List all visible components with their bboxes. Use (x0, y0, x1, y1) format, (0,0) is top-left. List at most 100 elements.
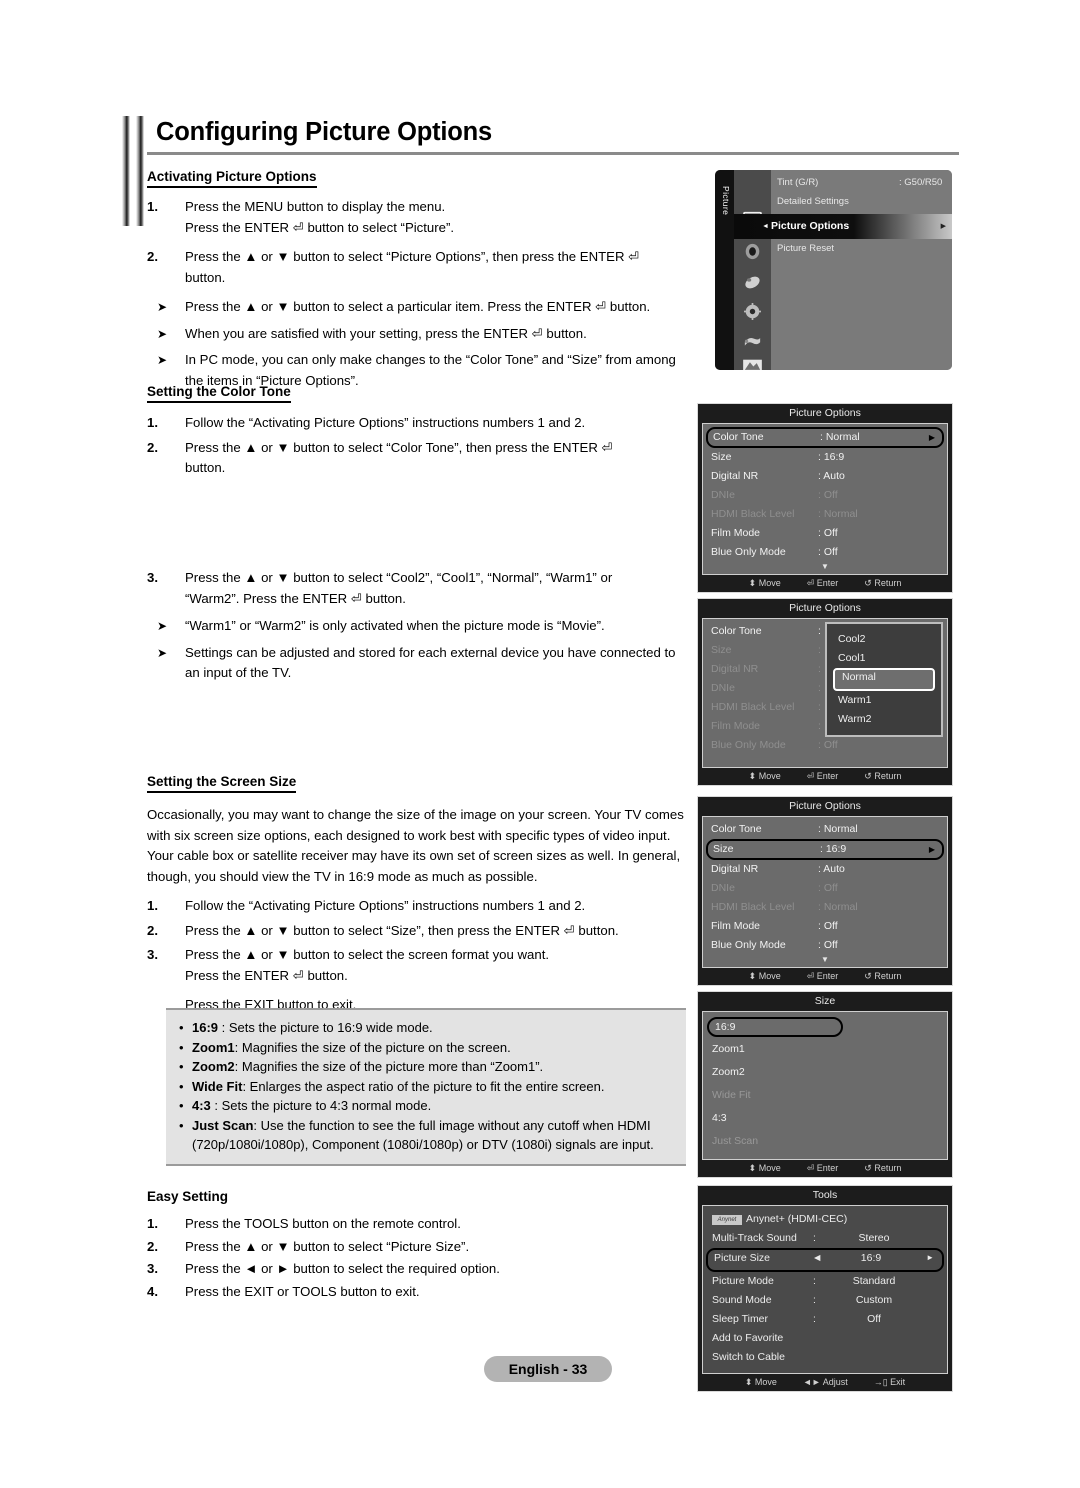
activating-steps: 1. Press the MENU button to display the … (147, 197, 692, 391)
osd-item-value: Custom (855, 1294, 893, 1306)
osd-size-option-just-scan: Just Scan (703, 1130, 947, 1153)
osd-item-value: : Normal (820, 431, 860, 443)
option-desc: Magnifies the size of the picture more t… (241, 1059, 544, 1074)
osd-menu-item-digital-nr[interactable]: Digital NR : Auto (703, 467, 947, 486)
page-number-badge: English - 33 (484, 1356, 612, 1382)
osd-size-option-zoom2[interactable]: Zoom2 (703, 1061, 947, 1084)
chevron-left-icon[interactable]: ◄ (812, 1250, 822, 1266)
note-text: Settings can be adjusted and stored for … (185, 644, 676, 681)
osd-tools-item-switch-to-cable[interactable]: Switch to Cable (703, 1348, 947, 1367)
osd-item-value: : (818, 701, 821, 713)
dropdown-option-warm2[interactable]: Warm2 (827, 710, 941, 729)
osd-item-label: Digital NR (711, 663, 759, 675)
step-item: 1. Press the MENU button to display the … (147, 197, 692, 238)
section-activating: Activating Picture Options (147, 168, 692, 188)
scroll-spacer (703, 755, 947, 767)
screen-size-options-box: • 16:9 : Sets the picture to 16:9 wide mo… (166, 1008, 686, 1166)
step-item: 2. Press the ▲ or ▼ button to select “Si… (147, 921, 695, 942)
osd-size-option-zoom1[interactable]: Zoom1 (703, 1038, 947, 1061)
osd-panel-footer: ⬍ Move ⏎ Enter ↺ Return (698, 1160, 952, 1177)
option-sep: : (253, 1117, 261, 1133)
osd-panel-title: Picture Options (698, 599, 952, 617)
dropdown-option-cool1[interactable]: Cool1 (827, 649, 941, 668)
osd-menu-item-film-mode[interactable]: Film Mode : Off (703, 917, 947, 936)
osd-tools-item-anynet[interactable]: Anynet Anynet+ (HDMI-CEC) (703, 1210, 947, 1229)
scroll-down-icon[interactable]: ▼ (703, 562, 947, 574)
osd-menu-item-blue-only-mode: Blue Only Mode : Off (703, 736, 947, 755)
chevron-right-icon[interactable]: ► (926, 1250, 934, 1266)
title-decorative-bars (122, 116, 148, 226)
osd-menu-item-blue-only-mode[interactable]: Blue Only Mode : Off (703, 936, 947, 955)
step-line: Press the ENTER ⏎ button to select “Pict… (185, 219, 455, 235)
option-desc: Enlarges the aspect ratio of the picture… (249, 1078, 605, 1094)
osd-menu-item-color-tone[interactable]: Color Tone : Normal ▶ (706, 427, 944, 448)
osd-menu-item-color-tone[interactable]: Color Tone : Normal (703, 820, 947, 839)
osd-tools-item-sleep-timer[interactable]: Sleep Timer : Off (703, 1310, 947, 1329)
osd-item-label: HDMI Black Level (711, 901, 795, 913)
osd-size-menu[interactable]: Size 16:9 Zoom1 Zoom2 Wide Fit 4:3 Just … (697, 991, 953, 1178)
step-item: 4. Press the EXIT or TOOLS button to exi… (147, 1282, 692, 1303)
step-line: Follow the “Activating Picture Options” … (185, 898, 586, 913)
osd-tools-item-picture-size[interactable]: Picture Size ◄ 16:9 ► (706, 1248, 944, 1272)
osd-row-label[interactable]: Tint (G/R) (777, 177, 818, 188)
step-number: 1. (147, 199, 158, 214)
osd-panel-footer: ⬍ Move ⏎ Enter ↺ Return (698, 968, 952, 985)
option-name: Just Scan (192, 1117, 254, 1133)
setup-icon[interactable] (742, 303, 763, 320)
osd-menu-item-size[interactable]: Size : 16:9 ▶ (706, 839, 944, 860)
osd-item-label: Multi-Track Sound (712, 1232, 797, 1244)
footer-hint-move: ⬍ Move (748, 1163, 781, 1173)
osd-main-pane: Tint (G/R) : G50/R50 Detailed Settings P… (771, 170, 952, 370)
osd-item-label: Color Tone (711, 823, 762, 835)
step-line: Press the ▲ or ▼ button to select “Color… (185, 439, 613, 455)
sound-icon[interactable] (742, 243, 763, 260)
note-item: ➤ When you are satisfied with your setti… (147, 324, 692, 345)
easy-setting-steps: 1. Press the TOOLS button on the remote … (147, 1212, 692, 1302)
osd-panel-title: Tools (698, 1186, 952, 1204)
option-desc: Sets the picture to 4:3 normal mode. (221, 1098, 432, 1113)
input-icon[interactable] (742, 332, 763, 349)
dropdown-option-cool2[interactable]: Cool2 (827, 630, 941, 649)
osd-tools-menu[interactable]: Tools Anynet Anynet+ (HDMI-CEC) Multi-Tra… (697, 1185, 953, 1392)
osd-menu-item-digital-nr[interactable]: Digital NR : Auto (703, 860, 947, 879)
osd-menu-item-hdmi-black-level: HDMI Black Level : Normal (703, 898, 947, 917)
scroll-down-icon[interactable]: ▼ (703, 955, 947, 967)
osd-menu-item-film-mode[interactable]: Film Mode : Off (703, 524, 947, 543)
osd-menu-item-size[interactable]: Size : 16:9 (703, 448, 947, 467)
step-line: Press the EXIT or TOOLS button to exit. (185, 1283, 420, 1299)
osd-tools-item-sound-mode[interactable]: Sound Mode : Custom (703, 1291, 947, 1310)
footer-hint-move: ⬍ Move (748, 971, 781, 981)
osd-tools-item-picture-mode[interactable]: Picture Mode : Standard (703, 1272, 947, 1291)
osd-item-colon: : (813, 1294, 816, 1306)
support-icon[interactable] (742, 358, 763, 370)
osd-menu-item-blue-only-mode[interactable]: Blue Only Mode : Off (703, 543, 947, 562)
osd-highlighted-item-picture-options[interactable]: ◄ Picture Options ▶ (734, 214, 952, 239)
osd-tools-item-multi-track-sound[interactable]: Multi-Track Sound : Stereo (703, 1229, 947, 1248)
osd-item-value: : (818, 720, 821, 732)
step-number: 1. (147, 415, 158, 430)
osd-picture-options-2[interactable]: Picture Options Color Tone : Size : Digi… (697, 598, 953, 786)
channel-icon[interactable] (742, 274, 763, 291)
osd-row-label[interactable]: Picture Reset (777, 243, 834, 254)
osd-main-picture-menu[interactable]: Picture Tint (G/R): G50/R50 Detailed Se… (715, 170, 952, 370)
osd-picture-options-3[interactable]: Picture Options Color Tone : Normal Size… (697, 796, 953, 986)
note-text: “Warm1” or “Warm2” is only activated whe… (185, 618, 605, 633)
osd-tools-item-add-to-favorite[interactable]: Add to Favorite (703, 1329, 947, 1348)
osd-menu-item-dnie: DNIe : Off (703, 486, 947, 505)
osd-size-option-16-9[interactable]: 16:9 (707, 1017, 843, 1037)
footer-hint-move: ⬍ Move (748, 578, 781, 588)
dropdown-option-warm1[interactable]: Warm1 (827, 691, 941, 710)
osd-item-label: Add to Favorite (712, 1332, 784, 1344)
osd-item-label: Sleep Timer (712, 1313, 769, 1325)
osd-item-value: : Off (818, 882, 838, 894)
osd-row-label[interactable]: Detailed Settings (777, 196, 849, 207)
osd-picture-options-1[interactable]: Picture Options Color Tone : Normal ▶ Si… (697, 403, 953, 593)
bullet-dot-icon: • (179, 1078, 184, 1094)
osd-panel-footer: ⬍ Move ⏎ Enter ↺ Return (698, 768, 952, 785)
bullet-dot-icon: • (179, 1059, 184, 1074)
note-item: ➤ “Warm1” or “Warm2” is only activated w… (147, 616, 692, 637)
color-tone-dropdown[interactable]: Cool2 Cool1 Normal Warm1 Warm2 (825, 622, 943, 737)
dropdown-option-normal[interactable]: Normal (833, 668, 935, 691)
osd-size-option-4-3[interactable]: 4:3 (703, 1107, 947, 1130)
osd-item-label: HDMI Black Level (711, 508, 795, 520)
